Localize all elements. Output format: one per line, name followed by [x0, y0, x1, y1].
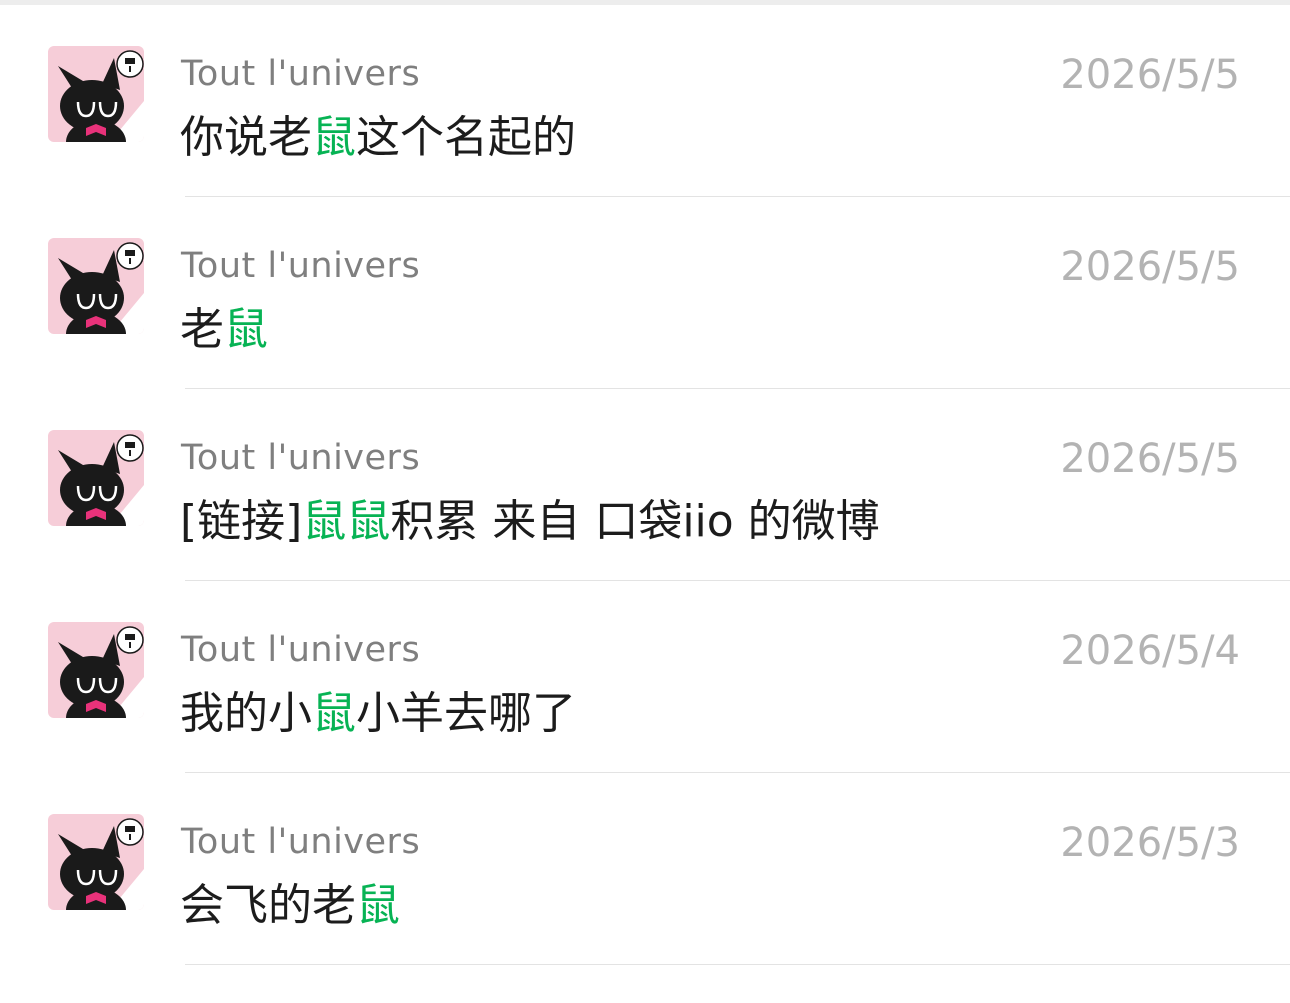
message-date: 2026/5/4 — [1060, 628, 1240, 674]
message-snippet: [链接]鼠鼠积累 来自 口袋iio 的微博 — [180, 494, 880, 550]
message-date: 2026/5/5 — [1060, 52, 1240, 98]
search-highlight: 鼠 — [224, 304, 268, 355]
snippet-text: 老 — [180, 304, 224, 355]
message-date: 2026/5/5 — [1060, 436, 1240, 482]
message-snippet: 我的小鼠小羊去哪了 — [180, 686, 576, 742]
search-highlight: 鼠鼠 — [302, 496, 391, 547]
chat-result-row[interactable]: Tout l'univers 2026/5/5 你说老鼠这个名起的 — [0, 5, 1290, 197]
snippet-text: [链接] — [180, 496, 303, 547]
search-highlight: 鼠 — [312, 112, 356, 163]
chat-result-row[interactable]: Tout l'univers 2026/5/4 我的小鼠小羊去哪了 — [0, 581, 1290, 773]
message-snippet: 会飞的老鼠 — [180, 878, 400, 934]
message-snippet: 你说老鼠这个名起的 — [180, 110, 576, 166]
message-snippet: 老鼠 — [180, 302, 268, 358]
black-cat-avatar-icon[interactable] — [48, 430, 144, 526]
contact-name: Tout l'univers — [181, 630, 421, 670]
snippet-text: 会飞的老 — [180, 880, 356, 931]
chat-search-results-list: Tout l'univers 2026/5/5 你说老鼠这个名起的 Tout l… — [0, 5, 1290, 965]
row-divider — [185, 964, 1290, 965]
black-cat-avatar-icon[interactable] — [48, 46, 144, 142]
snippet-text: 小羊去哪了 — [356, 688, 576, 739]
contact-name: Tout l'univers — [181, 246, 421, 286]
black-cat-avatar-icon[interactable] — [48, 238, 144, 334]
chat-result-row[interactable]: Tout l'univers 2026/5/3 会飞的老鼠 — [0, 773, 1290, 965]
contact-name: Tout l'univers — [181, 438, 421, 478]
snippet-text: 我的小 — [180, 688, 312, 739]
message-date: 2026/5/3 — [1060, 820, 1240, 866]
snippet-text: 这个名起的 — [356, 112, 576, 163]
chat-result-row[interactable]: Tout l'univers 2026/5/5 老鼠 — [0, 197, 1290, 389]
black-cat-avatar-icon[interactable] — [48, 622, 144, 718]
snippet-text: 积累 来自 口袋iio 的微博 — [390, 496, 880, 547]
contact-name: Tout l'univers — [181, 54, 421, 94]
black-cat-avatar-icon[interactable] — [48, 814, 144, 910]
chat-result-row[interactable]: Tout l'univers 2026/5/5 [链接]鼠鼠积累 来自 口袋ii… — [0, 389, 1290, 581]
search-highlight: 鼠 — [356, 880, 400, 931]
search-highlight: 鼠 — [312, 688, 356, 739]
message-date: 2026/5/5 — [1060, 244, 1240, 290]
snippet-text: 你说老 — [180, 112, 312, 163]
contact-name: Tout l'univers — [181, 822, 421, 862]
